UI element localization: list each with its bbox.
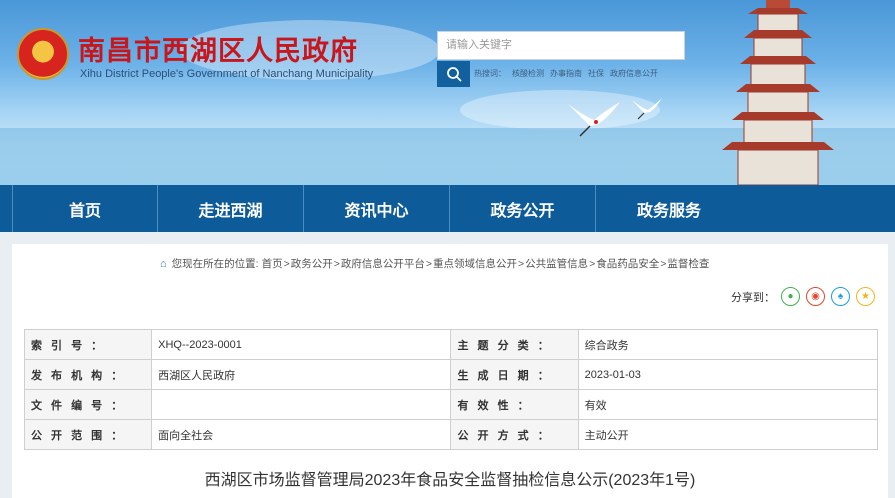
breadcrumb-separator: >	[589, 257, 596, 270]
pagoda-icon	[722, 0, 834, 185]
meta-label: 生 成 日 期 ：	[450, 359, 579, 390]
search-input[interactable]: 请输入关键字	[437, 31, 685, 60]
breadcrumb-link[interactable]: 重点领域信息公开	[433, 256, 517, 271]
weibo-icon[interactable]: ◉	[806, 287, 825, 306]
meta-value	[151, 389, 452, 420]
table-row: 公 开 范 围 ： 面向全社会 公 开 方 式 ： 主动公开	[23, 419, 879, 450]
metadata-table: 索 引 号 ： XHQ--2023-0001 主 题 分 类 ： 综合政务 发 …	[23, 329, 879, 450]
meta-label: 有 效 性 ：	[450, 389, 579, 420]
hotwords: 热搜词： 核酸检测 办事指南 社保 政府信息公开	[474, 68, 658, 79]
breadcrumb-prefix: 您现在所在的位置:	[171, 258, 259, 270]
article-title: 西湖区市场监督管理局2023年食品安全监督抽检信息公示(2023年1号)	[204, 472, 696, 489]
breadcrumb-separator: >	[425, 257, 432, 270]
crane-icon	[568, 102, 620, 137]
breadcrumb-link[interactable]: 首页	[262, 256, 283, 271]
breadcrumb-link[interactable]: 监督检查	[667, 256, 709, 271]
breadcrumb-link[interactable]: 政务公开	[291, 256, 333, 271]
nav-item-home[interactable]: 首页	[12, 185, 158, 232]
hotword-link[interactable]: 办事指南	[550, 68, 582, 79]
meta-label: 公 开 方 式 ：	[450, 419, 579, 450]
qq-icon[interactable]: ♠	[831, 287, 850, 306]
breadcrumb-link[interactable]: 食品药品安全	[596, 256, 659, 271]
meta-label: 发 布 机 构 ：	[23, 359, 153, 390]
meta-value: 综合政务	[577, 329, 879, 360]
breadcrumb-link[interactable]: 政府信息公开平台	[341, 256, 425, 271]
crane-icon	[632, 98, 662, 120]
share-bar: 分享到： ● ◉ ♠ ★	[731, 287, 875, 306]
breadcrumb-separator: >	[660, 257, 667, 270]
nav-item-about-xihu[interactable]: 走进西湖	[158, 185, 304, 232]
hotword-link[interactable]: 核酸检测	[512, 68, 544, 79]
nav-item-gov-services[interactable]: 政务服务	[596, 185, 742, 232]
search-placeholder: 请输入关键字	[446, 39, 512, 51]
meta-value: 有效	[577, 389, 879, 420]
table-row: 发 布 机 构 ： 西湖区人民政府 生 成 日 期 ： 2023-01-03	[23, 359, 879, 390]
hotword-link[interactable]: 政府信息公开	[610, 68, 658, 79]
nav-item-news[interactable]: 资讯中心	[304, 185, 450, 232]
breadcrumb-separator: >	[283, 257, 290, 270]
wechat-icon[interactable]: ●	[781, 287, 800, 306]
meta-value: 面向全社会	[151, 419, 452, 450]
hotwords-label: 热搜词：	[474, 69, 506, 78]
meta-label: 索 引 号 ：	[23, 329, 153, 360]
national-emblem-icon[interactable]: ★	[17, 28, 69, 80]
table-row: 索 引 号 ： XHQ--2023-0001 主 题 分 类 ： 综合政务	[23, 329, 879, 360]
table-row: 文 件 编 号 ： 有 效 性 ： 有效	[23, 389, 879, 420]
breadcrumb-link[interactable]: 公共监管信息	[525, 256, 588, 271]
meta-value: 2023-01-03	[577, 359, 879, 390]
qzone-icon[interactable]: ★	[856, 287, 875, 306]
home-icon: ⌂	[160, 257, 167, 270]
hotword-link[interactable]: 社保	[588, 68, 604, 79]
main-nav: 首页 走进西湖 资讯中心 政务公开 政务服务	[0, 185, 895, 232]
breadcrumb-separator: >	[333, 257, 340, 270]
breadcrumb-separator: >	[518, 257, 525, 270]
share-label: 分享到：	[731, 291, 775, 304]
breadcrumb: ⌂ 您现在所在的位置: 首页 > 政务公开 > 政府信息公开平台 > 重点领域信…	[160, 256, 709, 271]
search-icon	[446, 67, 461, 82]
nav-item-gov-affairs[interactable]: 政务公开	[450, 185, 596, 232]
header-banner: ★ 南昌市西湖区人民政府 Xihu District People's Gove…	[0, 0, 895, 185]
meta-value: 西湖区人民政府	[151, 359, 452, 390]
content-panel: ⌂ 您现在所在的位置: 首页 > 政务公开 > 政府信息公开平台 > 重点领域信…	[12, 244, 888, 498]
meta-label: 主 题 分 类 ：	[450, 329, 579, 360]
search-button[interactable]	[437, 61, 470, 87]
meta-value: 主动公开	[577, 419, 879, 450]
meta-label: 文 件 编 号 ：	[23, 389, 153, 420]
meta-label: 公 开 范 围 ：	[23, 419, 153, 450]
site-subtitle: Xihu District People's Government of Nan…	[80, 68, 374, 80]
site-title[interactable]: 南昌市西湖区人民政府	[78, 29, 358, 68]
meta-value: XHQ--2023-0001	[151, 329, 452, 360]
